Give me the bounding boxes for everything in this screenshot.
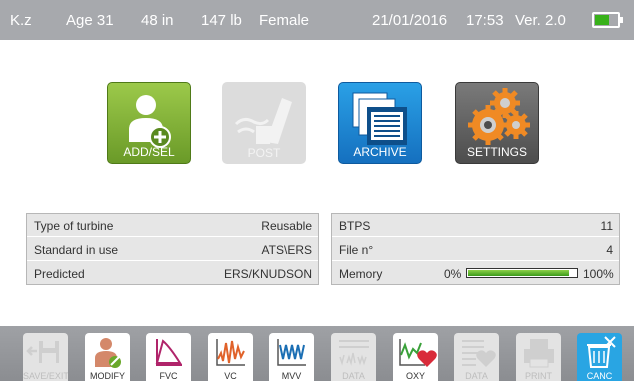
turbine-row: Type of turbine Reusable <box>27 214 318 237</box>
curve-data-label: DATA <box>342 371 365 381</box>
curve-data-button: DATA <box>331 333 376 381</box>
memory-min-label: 0% <box>444 267 462 281</box>
save-exit-label: SAVE/EXIT <box>23 371 68 381</box>
current-time: 17:53 <box>466 12 504 29</box>
battery-level-fill <box>595 15 610 25</box>
patient-weight: 147 lb <box>201 12 242 29</box>
oxy-button[interactable]: OXY <box>393 333 438 381</box>
btps-row: BTPS 11 <box>332 214 619 237</box>
vc-label: VC <box>224 371 237 381</box>
save-exit-button: SAVE/EXIT <box>23 333 68 381</box>
memory-progress-fill <box>468 270 570 276</box>
mvv-button[interactable]: MVV <box>269 333 314 381</box>
trash-cancel-icon <box>587 336 616 368</box>
cancel-label: CANC <box>586 371 613 381</box>
file-number-row: File n° 4 <box>332 238 619 261</box>
standard-label: Standard in use <box>34 243 119 257</box>
archive-label: ARCHIVE <box>353 145 407 159</box>
cancel-button[interactable]: CANC <box>577 333 622 381</box>
memory-label: Memory <box>339 267 383 281</box>
standard-row: Standard in use ATS\ERS <box>27 238 318 261</box>
oxy-label: OXY <box>405 371 425 381</box>
print-button: PRINT <box>516 333 561 381</box>
post-button: POST <box>222 82 306 164</box>
btps-value: 11 <box>600 219 613 233</box>
patient-height: 48 in <box>141 12 174 29</box>
vc-curve-icon <box>216 339 245 366</box>
memory-row: Memory 0% 100% <box>332 262 619 285</box>
settings-label: SETTINGS <box>466 145 527 159</box>
file-number-label: File n° <box>339 243 374 257</box>
save-exit-icon <box>26 341 59 363</box>
turbine-label: Type of turbine <box>34 219 114 233</box>
software-version: Ver. 2.0 <box>515 12 566 29</box>
archive-button[interactable]: ARCHIVE <box>338 82 422 164</box>
standard-value: ATS\ERS <box>261 243 312 257</box>
mvv-curve-icon <box>277 339 306 366</box>
device-status-panel: BTPS 11 File n° 4 Memory 0% 100% <box>331 213 620 285</box>
print-label: PRINT <box>525 371 552 381</box>
predicted-row: Predicted ERS/KNUDSON <box>27 262 318 285</box>
current-date: 21/01/2016 <box>372 12 448 29</box>
add-select-label: ADD/SEL <box>123 145 175 159</box>
predicted-label: Predicted <box>34 267 85 281</box>
printer-icon <box>524 339 554 368</box>
predicted-value: ERS/KNUDSON <box>223 267 312 281</box>
patient-id: K.z <box>10 12 32 29</box>
add-select-button[interactable]: ADD/SEL <box>107 82 191 164</box>
memory-max-label: 100% <box>583 267 614 281</box>
heart-data-label: DATA <box>465 371 488 381</box>
vc-button[interactable]: VC <box>208 333 253 381</box>
data-heart-icon <box>462 340 496 367</box>
battery-icon <box>592 12 623 28</box>
file-number-value: 4 <box>606 243 613 257</box>
fvc-curve-icon <box>155 339 182 366</box>
oxy-heart-icon <box>399 339 437 367</box>
modify-user-icon <box>95 338 121 368</box>
patient-sex: Female <box>259 12 310 29</box>
turbine-value: Reusable <box>261 219 312 233</box>
bottom-toolbar: SAVE/EXIT MODIFY FVC VC MVV DATA OXY DAT… <box>0 326 634 381</box>
post-label: POST <box>247 146 281 160</box>
settings-button[interactable]: SETTINGS <box>455 82 539 164</box>
modify-label: MODIFY <box>90 371 125 381</box>
heart-data-button: DATA <box>454 333 499 381</box>
patient-age: Age 31 <box>66 12 114 29</box>
status-bar: K.z Age 31 48 in 147 lb Female 21/01/201… <box>0 0 634 40</box>
memory-progress-bar <box>466 268 578 278</box>
fvc-button[interactable]: FVC <box>146 333 191 381</box>
btps-label: BTPS <box>339 219 371 233</box>
test-settings-panel: Type of turbine Reusable Standard in use… <box>26 213 319 285</box>
mvv-label: MVV <box>281 371 302 381</box>
modify-button[interactable]: MODIFY <box>85 333 130 381</box>
data-curve-icon <box>339 340 369 366</box>
fvc-label: FVC <box>159 371 178 381</box>
